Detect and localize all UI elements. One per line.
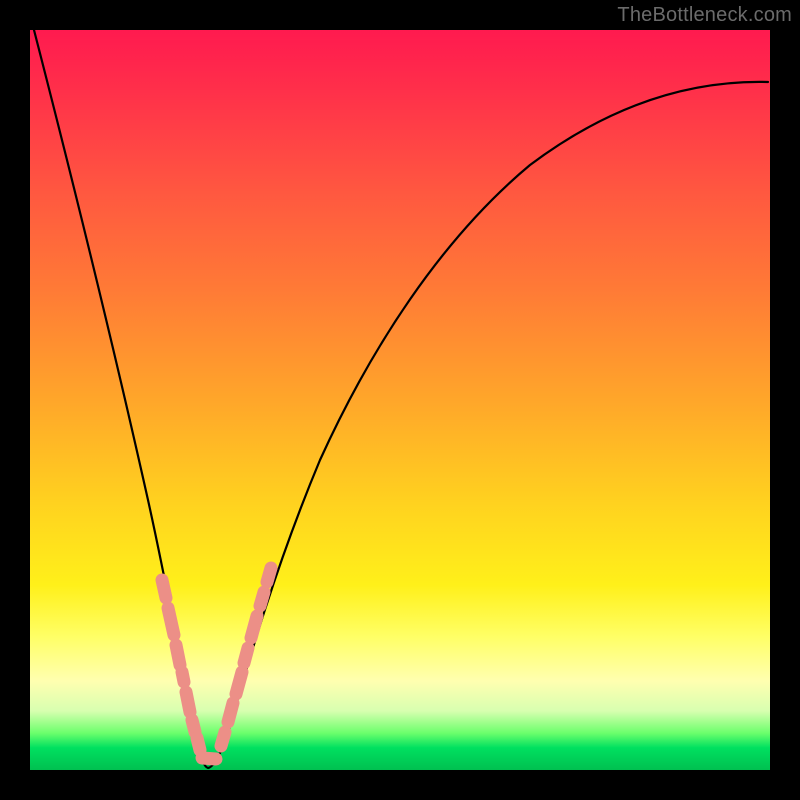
chart-stage: TheBottleneck.com (0, 0, 800, 800)
bead (162, 580, 166, 598)
bottleneck-curve (34, 30, 768, 768)
bead (197, 738, 200, 750)
bead (192, 720, 195, 732)
bead (221, 732, 225, 746)
bead (186, 692, 190, 712)
bead (244, 648, 248, 663)
bead (236, 672, 242, 694)
bead (202, 758, 216, 759)
watermark-text: TheBottleneck.com (617, 4, 792, 27)
curve-overlay (30, 30, 770, 770)
bead (260, 592, 264, 606)
bead (176, 645, 180, 665)
bead (267, 568, 271, 582)
bead (182, 672, 184, 682)
bead (168, 608, 174, 635)
bead (251, 616, 257, 638)
bead (228, 703, 233, 722)
bead-cluster (162, 568, 271, 759)
